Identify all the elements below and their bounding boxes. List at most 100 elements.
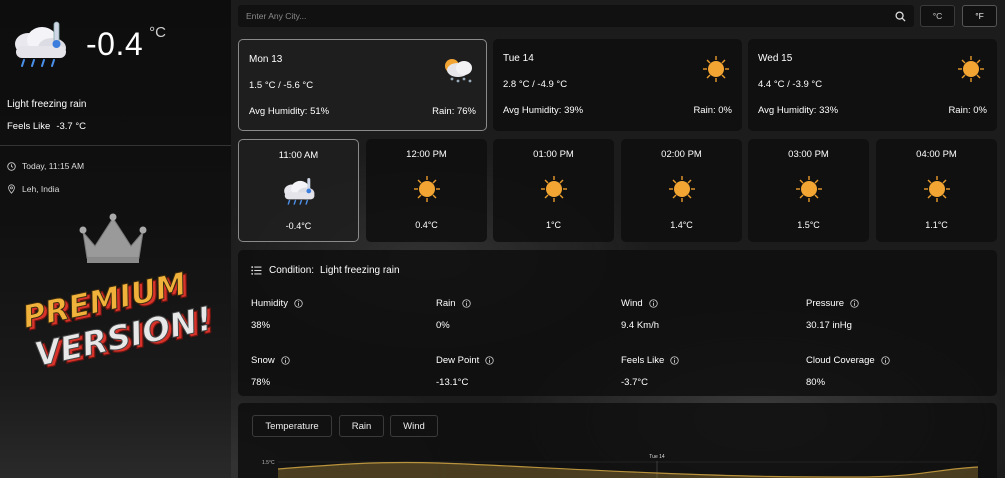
details-panel: Condition: Light freezing rain Humidity … — [238, 250, 997, 396]
sun-icon — [413, 176, 440, 202]
feels-like: Feels Like -3.7 °C — [7, 121, 86, 132]
sun-icon — [668, 176, 695, 202]
stat-value: 30.17 inHg — [806, 320, 852, 331]
hour-time: 03:00 PM — [788, 149, 829, 160]
condition-label: Condition: — [269, 265, 315, 276]
datetime-text: Today, 11:15 AM — [22, 161, 85, 171]
list-icon — [251, 266, 262, 275]
hour-card[interactable]: 02:00 PM 1.4°C — [621, 139, 742, 242]
feels-like-label: Feels Like — [7, 121, 51, 132]
sun-icon — [795, 176, 822, 202]
day-humidity: Avg Humidity: 33% — [758, 105, 839, 116]
day-rain: Rain: 0% — [693, 105, 732, 116]
sidebar-divider — [0, 145, 231, 146]
day-name: Wed 15 — [758, 53, 793, 64]
hour-time: 01:00 PM — [533, 149, 574, 160]
day-name: Mon 13 — [249, 54, 283, 65]
day-card-tue[interactable]: Tue 14 2.8 °C / -4.9 °C Avg Humidity: 39… — [493, 39, 742, 131]
hour-card[interactable]: 03:00 PM 1.5°C — [748, 139, 869, 242]
stat-label: Dew Point — [436, 355, 480, 366]
premium-version-badge: PREMIUM PREMIUM VERSION! VERSION! — [19, 213, 220, 372]
cloud-rain-thermometer-icon — [15, 21, 66, 67]
fahrenheit-button[interactable]: °F — [962, 5, 997, 27]
sun-cloud-snow-icon — [445, 59, 472, 83]
info-icon[interactable] — [281, 356, 290, 365]
feels-like-value: -3.7 °C — [56, 121, 86, 132]
day-card-wed[interactable]: Wed 15 4.4 °C / -3.9 °C Avg Humidity: 33… — [748, 39, 997, 131]
stat-value: 0% — [436, 320, 450, 331]
condition-header: Condition: Light freezing rain — [251, 265, 400, 276]
crown-icon — [79, 213, 147, 263]
temperature-area — [278, 462, 978, 478]
day-card-mon[interactable]: Mon 13 1.5 °C / -5.6 °C Avg Humidity: 51… — [238, 39, 487, 131]
stat-value: 38% — [251, 320, 271, 331]
stat-value: -13.1°C — [436, 377, 469, 388]
day-humidity: Avg Humidity: 51% — [249, 106, 330, 117]
info-icon[interactable] — [461, 299, 471, 308]
stat-label: Rain — [436, 298, 456, 309]
clock-icon — [7, 161, 16, 171]
info-icon[interactable] — [880, 356, 890, 365]
condition-value: Light freezing rain — [320, 265, 400, 276]
location-pin-icon — [8, 184, 15, 194]
cloud-rain-thermometer-icon — [283, 177, 314, 205]
celsius-button[interactable]: °C — [920, 5, 955, 27]
chart-panel: Temperature Rain Wind 1.5°C Tue 14 — [238, 403, 997, 478]
day-name: Tue 14 — [503, 53, 534, 64]
stat-label: Feels Like — [621, 355, 665, 366]
info-icon[interactable] — [670, 356, 679, 365]
y-tick-label: 1.5°C — [262, 460, 275, 466]
stat-label: Cloud Coverage — [806, 355, 875, 366]
hour-temp: 1.5°C — [797, 220, 820, 230]
search-input[interactable]: Enter Any City... — [246, 11, 895, 21]
temperature-chart: 1.5°C Tue 14 — [262, 454, 979, 478]
day-range: 1.5 °C / -5.6 °C — [249, 80, 314, 91]
stat-value: -3.7°C — [621, 377, 649, 388]
hour-temp: 1.4°C — [670, 220, 693, 230]
stat-humidity: Humidity 38% — [251, 298, 303, 331]
search-icon[interactable] — [895, 10, 906, 22]
hour-time: 04:00 PM — [916, 149, 957, 160]
city-search-bar[interactable]: Enter Any City... — [238, 5, 914, 27]
location-row: Leh, India — [7, 184, 59, 194]
info-icon[interactable] — [485, 356, 494, 365]
stat-dew-point: Dew Point -13.1°C — [436, 355, 494, 388]
stat-rain: Rain 0% — [436, 298, 471, 331]
sun-icon — [703, 56, 729, 82]
stat-cloud-coverage: Cloud Coverage 80% — [806, 355, 890, 388]
stat-label: Snow — [251, 355, 275, 366]
day-rain: Rain: 76% — [432, 106, 476, 117]
hour-card[interactable]: 04:00 PM 1.1°C — [876, 139, 997, 242]
stat-value: 9.4 Km/h — [621, 320, 660, 331]
info-icon[interactable] — [294, 299, 303, 308]
info-icon[interactable] — [850, 299, 859, 308]
stat-label: Pressure — [806, 298, 845, 309]
day-range: 2.8 °C / -4.9 °C — [503, 79, 568, 90]
location-text: Leh, India — [22, 184, 60, 194]
hour-card[interactable]: 12:00 PM 0.4°C — [366, 139, 487, 242]
hour-temp: 1°C — [545, 220, 562, 230]
current-weather: -0.4 °C — [8, 20, 166, 68]
x-marker-label: Tue 14 — [649, 454, 665, 460]
hour-temp: -0.4°C — [285, 221, 312, 231]
hour-time: 11:00 AM — [278, 150, 319, 161]
sun-icon — [923, 176, 950, 202]
hour-card[interactable]: 01:00 PM 1°C — [493, 139, 614, 242]
stat-value: 80% — [806, 377, 826, 388]
current-unit: °C — [149, 24, 166, 41]
hour-card[interactable]: 11:00 AM -0.4°C — [238, 139, 359, 242]
stat-label: Wind — [621, 298, 643, 309]
sun-icon — [958, 56, 984, 82]
stat-pressure: Pressure 30.17 inHg — [806, 298, 859, 331]
sidebar: -0.4 °C Light freezing rain Feels Like -3… — [0, 0, 231, 478]
stat-label: Humidity — [251, 298, 288, 309]
stat-snow: Snow 78% — [251, 355, 290, 388]
hour-temp: 1.1°C — [925, 220, 948, 230]
day-rain: Rain: 0% — [948, 105, 987, 116]
stat-wind: Wind 9.4 Km/h — [621, 298, 659, 331]
day-humidity: Avg Humidity: 39% — [503, 105, 584, 116]
hour-time: 02:00 PM — [661, 149, 702, 160]
day-range: 4.4 °C / -3.9 °C — [758, 79, 823, 90]
info-icon[interactable] — [648, 299, 658, 308]
current-temperature: -0.4 — [86, 26, 144, 62]
